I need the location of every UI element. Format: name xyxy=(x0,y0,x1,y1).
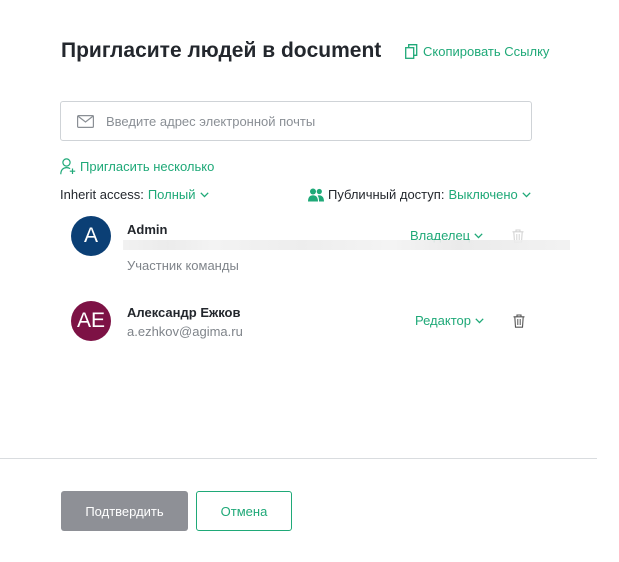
inherit-access-dropdown[interactable]: Полный xyxy=(148,187,209,202)
invite-multiple-button[interactable]: Пригласить несколько xyxy=(60,158,214,175)
inherit-access-value: Полный xyxy=(147,187,196,202)
add-person-icon xyxy=(60,158,76,175)
group-icon xyxy=(308,188,324,202)
member-name: Александр Ежков xyxy=(127,305,241,320)
dialog-title: Пригласите людей в document xyxy=(61,39,382,62)
chevron-down-icon xyxy=(199,191,209,198)
email-field-wrapper xyxy=(60,101,532,141)
invite-multiple-label: Пригласить несколько xyxy=(80,159,215,174)
footer-divider xyxy=(0,458,597,459)
chevron-down-icon xyxy=(474,232,483,239)
public-access-label: Публичный доступ: xyxy=(328,187,445,202)
blurred-region xyxy=(123,240,570,250)
avatar-initials: АЕ xyxy=(76,309,105,332)
public-access: Публичный доступ: Выключено xyxy=(308,187,531,202)
chevron-down-icon xyxy=(522,191,531,198)
chevron-down-icon xyxy=(475,317,484,324)
avatar-initials: A xyxy=(83,224,98,247)
trash-icon[interactable] xyxy=(513,314,527,328)
email-input[interactable] xyxy=(104,112,508,130)
copy-link-label: Скопировать Ссылку xyxy=(423,44,550,59)
member-email: a.ezhkov@agima.ru xyxy=(127,324,243,339)
copy-link-button[interactable]: Скопировать Ссылку xyxy=(405,44,549,59)
public-access-value: Выключено xyxy=(448,187,518,202)
avatar: A xyxy=(71,216,111,256)
cancel-button[interactable]: Отмена xyxy=(196,491,292,531)
inherit-access: Inherit access: Полный xyxy=(60,187,209,202)
member-role-dropdown[interactable]: Редактор xyxy=(415,313,484,328)
avatar: АЕ xyxy=(71,301,111,341)
member-role: Редактор xyxy=(415,313,471,328)
member-subtitle: Участник команды xyxy=(127,258,239,273)
inherit-access-label: Inherit access: xyxy=(60,187,144,202)
public-access-dropdown[interactable]: Выключено xyxy=(448,187,531,202)
invite-dialog: Пригласите людей в document Скопировать … xyxy=(0,0,619,562)
copy-icon xyxy=(405,44,418,59)
member-name: Admin xyxy=(127,222,168,237)
mail-icon xyxy=(77,114,94,128)
confirm-button[interactable]: Подтвердить xyxy=(61,491,188,531)
member-row: АЕ Александр Ежков a.ezhkov@agima.ru Ред… xyxy=(71,301,541,361)
